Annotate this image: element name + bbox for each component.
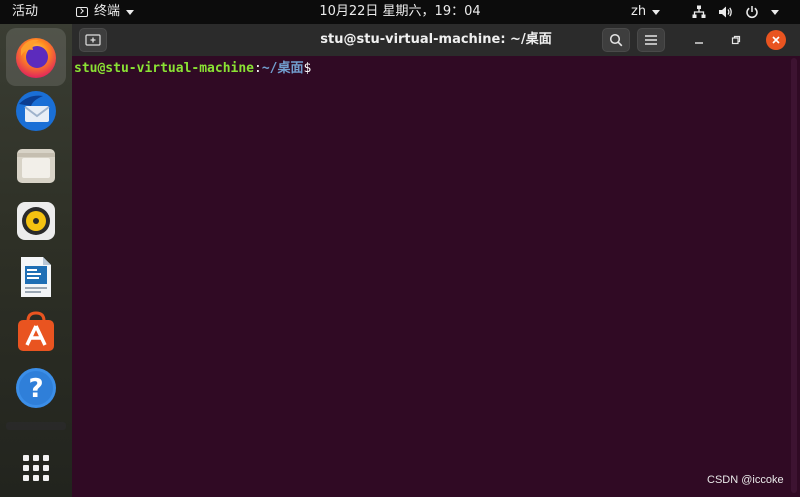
dock-item-software[interactable] <box>12 308 60 356</box>
restore-icon <box>731 35 741 45</box>
dock-item-rhythmbox[interactable] <box>12 197 60 245</box>
hamburger-menu-icon <box>645 35 657 45</box>
terminal-window: stu@stu-virtual-machine: ~/桌面 stu@stu-vi… <box>72 24 800 497</box>
svg-text:?: ? <box>28 374 43 404</box>
chevron-down-icon <box>126 9 135 15</box>
network-icon <box>692 5 706 18</box>
libreoffice-writer-icon <box>21 257 51 297</box>
watermark: CSDN @iccoke <box>707 474 784 486</box>
maximize-button[interactable] <box>726 30 746 50</box>
clock[interactable]: 10月22日 星期六，19：04 <box>319 4 480 19</box>
prompt-path: ~/桌面 <box>261 61 304 76</box>
files-icon <box>17 149 55 183</box>
power-icon <box>746 6 758 19</box>
chevron-down-icon <box>771 9 779 15</box>
show-applications-button[interactable] <box>12 444 60 492</box>
show-apps-icon <box>23 455 49 481</box>
terminal-icon <box>76 7 88 17</box>
dock-item-firefox[interactable] <box>12 33 60 81</box>
title-bar: stu@stu-virtual-machine: ~/桌面 <box>72 24 800 56</box>
prompt-user-host: stu@stu-virtual-machine <box>74 61 255 76</box>
minimize-icon <box>695 42 703 44</box>
app-name: 终端 <box>94 4 121 19</box>
system-menu[interactable] <box>692 0 779 24</box>
dock-item-files[interactable] <box>12 142 60 190</box>
top-panel: 活动 终端 10月22日 星期六，19：04 zh <box>0 0 800 24</box>
menu-button[interactable] <box>637 28 665 52</box>
input-language: zh <box>631 4 647 19</box>
scrollbar[interactable] <box>791 58 797 493</box>
thunderbird-icon <box>16 91 56 131</box>
dock-separator <box>6 422 66 430</box>
chevron-down-icon <box>652 9 661 15</box>
software-center-icon <box>18 311 54 351</box>
dock-item-thunderbird[interactable] <box>12 87 60 135</box>
minimize-button[interactable] <box>689 30 709 50</box>
rhythmbox-icon <box>17 202 55 240</box>
close-icon <box>772 36 780 44</box>
activities-button[interactable]: 活动 <box>12 0 38 24</box>
prompt-separator: : <box>254 61 262 76</box>
search-button[interactable] <box>602 28 630 52</box>
prompt-symbol: $ <box>303 61 312 76</box>
search-icon <box>609 33 623 47</box>
close-button[interactable] <box>766 30 786 50</box>
dock-item-help[interactable]: ? <box>12 364 60 412</box>
help-icon: ? <box>16 368 56 408</box>
volume-icon <box>719 6 732 18</box>
dock: ? <box>0 24 72 497</box>
terminal-content[interactable]: stu@stu-virtual-machine:~/桌面$ <box>74 57 311 76</box>
input-method-menu[interactable]: zh <box>631 0 661 24</box>
app-menu[interactable]: 终端 <box>76 0 135 24</box>
dock-item-libreoffice-writer[interactable] <box>12 253 60 301</box>
firefox-icon <box>16 38 56 78</box>
